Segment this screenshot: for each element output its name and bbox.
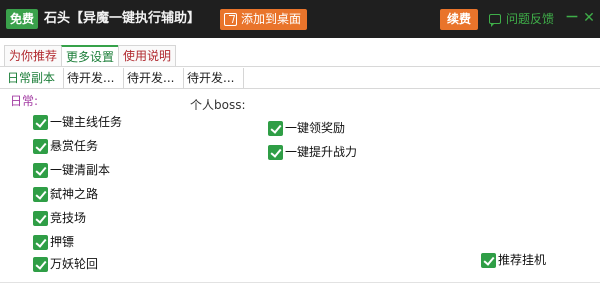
checkbox-escort[interactable]: 押镖 [33,234,74,250]
subtab-daily-dungeon[interactable]: 日常副本 [4,68,64,88]
sub-tabs: 日常副本 待开发... 待开发... 待开发... [4,68,244,88]
close-button[interactable]: ✕ [583,11,595,25]
title-bar: 免费 石头【异魔一键执行辅助】 添加到桌面 续费 问题反馈 － ✕ [0,0,600,38]
add-to-desktop-button[interactable]: 添加到桌面 [220,9,308,30]
tabs-divider [0,66,600,67]
checkbox-label: 一键提升战力 [285,145,358,159]
app-title: 石头【异魔一键执行辅助】 [44,11,201,26]
checkbox-label: 弑神之路 [50,187,99,201]
checkbox-checked-icon[interactable] [33,114,48,130]
checkbox-demon-cycle[interactable]: 万妖轮回 [33,256,98,272]
checkbox-label: 推荐挂机 [498,253,547,267]
checkbox-recommend-hangup[interactable]: 推荐挂机 [481,252,546,268]
subtab-pending-2[interactable]: 待开发... [124,68,184,88]
checkbox-label: 押镖 [50,235,75,249]
feedback-button[interactable]: 问题反馈 [489,11,554,27]
boss-section-label: 个人boss: [190,98,246,112]
daily-section-label: 日常: [10,94,39,108]
checkbox-bounty-quest[interactable]: 悬赏任务 [33,138,98,154]
checkbox-label: 一键清副本 [50,163,111,177]
checkbox-godslayer-path[interactable]: 弑神之路 [33,186,98,202]
checkbox-checked-icon[interactable] [268,120,283,136]
add-to-desktop-label: 添加到桌面 [241,12,302,26]
tab-recommend[interactable]: 为你推荐 [4,45,63,66]
free-badge: 免费 [6,9,39,29]
checkbox-claim-rewards[interactable]: 一键领奖励 [268,120,345,136]
main-tabs: 为你推荐 更多设置 使用说明 [4,45,177,66]
share-icon [224,13,237,26]
checkbox-clear-dungeon[interactable]: 一键清副本 [33,162,110,178]
subtab-pending-1[interactable]: 待开发... [64,68,124,88]
subtab-pending-3[interactable]: 待开发... [184,68,244,88]
checkbox-label: 悬赏任务 [50,139,99,153]
checkbox-checked-icon[interactable] [33,234,48,250]
feedback-label: 问题反馈 [506,12,555,26]
checkbox-boost-power[interactable]: 一键提升战力 [268,144,357,160]
checkbox-checked-icon[interactable] [33,162,48,178]
renew-button[interactable]: 续费 [440,9,479,30]
checkbox-label: 万妖轮回 [50,257,99,271]
checkbox-label: 一键领奖励 [285,121,346,135]
chat-icon [489,14,501,27]
tab-more-settings[interactable]: 更多设置 [61,45,120,66]
checkbox-checked-icon[interactable] [33,138,48,154]
tab-instructions[interactable]: 使用说明 [118,45,177,66]
subtabs-divider [0,88,600,89]
checkbox-checked-icon[interactable] [33,186,48,202]
checkbox-arena[interactable]: 竞技场 [33,210,86,226]
checkbox-checked-icon[interactable] [268,144,283,160]
checkbox-label: 竞技场 [50,211,87,225]
checkbox-checked-icon[interactable] [481,252,496,268]
bottom-divider [0,282,600,283]
minimize-button[interactable]: － [565,11,579,25]
checkbox-checked-icon[interactable] [33,210,48,226]
checkbox-label: 一键主线任务 [50,115,123,129]
checkbox-checked-icon[interactable] [33,256,48,272]
checkbox-main-quest[interactable]: 一键主线任务 [33,114,122,130]
